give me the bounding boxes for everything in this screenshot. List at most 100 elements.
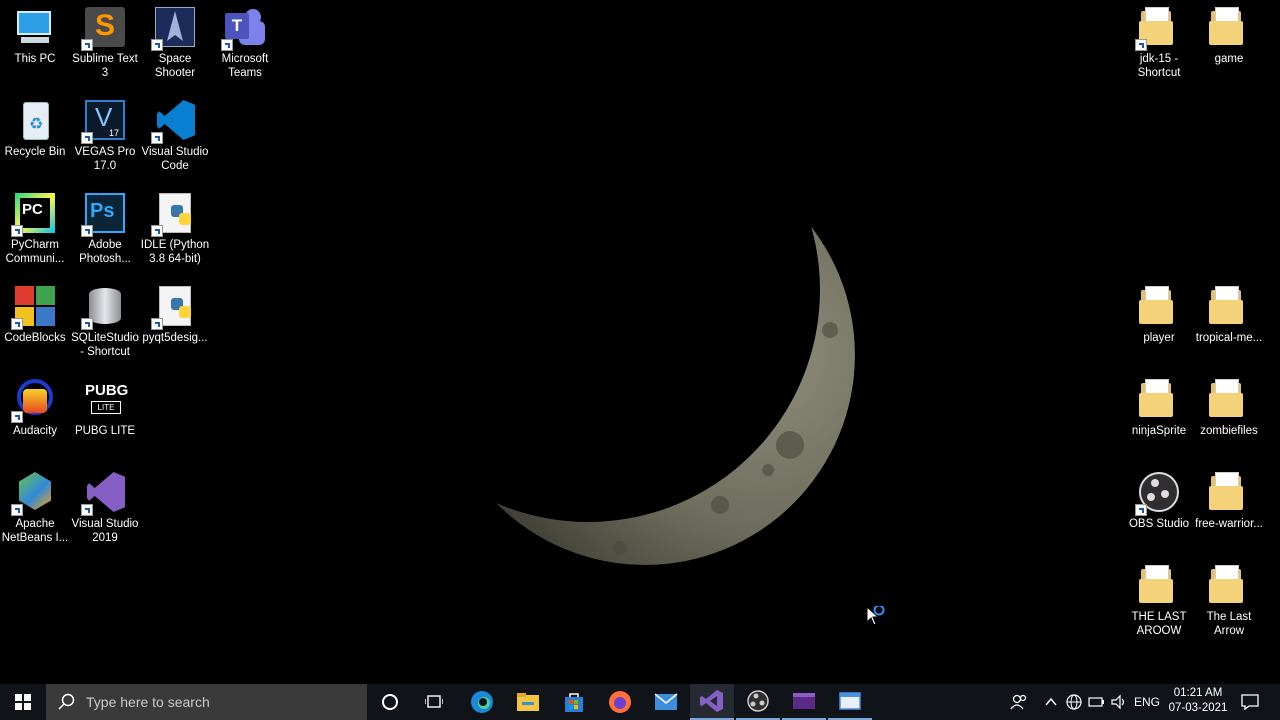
desktop-icon-label: PUBG LITE [74,425,136,437]
speaker-icon [1111,694,1125,710]
folder-icon [1207,377,1251,421]
desktop-icon-pyqt5designer[interactable]: pyqt5desig... [140,279,210,369]
pubg-icon: PUBG LITE [85,382,129,414]
folder-icon [1135,5,1181,51]
desktop-icon-jdk-15-shortcut[interactable]: jdk-15 - Shortcut [1124,0,1194,90]
taskbar-media-app[interactable] [782,684,826,720]
taskbar-store[interactable] [552,684,596,720]
taskbar: Type here to search ENG 01:21 AM 07-03-2… [0,684,1280,720]
desktop-icon-pubg[interactable]: PUBG LITE PUBG LITE [70,372,140,462]
desktop-icon-audacity[interactable]: Audacity [0,372,70,462]
pycharm-icon: PC [11,191,57,237]
volume-button[interactable] [1108,684,1130,720]
cortana-button[interactable] [369,684,411,720]
mail-icon [654,693,678,710]
desktop-icon-the-last-arrow[interactable]: The Last Arrow [1194,558,1264,648]
search-box[interactable]: Type here to search [46,684,367,720]
desktop-icon-python-idle[interactable]: IDLE (Python 3.8 64-bit) [140,186,210,276]
store-icon [565,693,583,712]
netbeans-icon [11,470,57,516]
task-view-button[interactable] [413,684,455,720]
people-button[interactable] [1006,684,1032,720]
folder-icon [1207,5,1251,49]
desktop-icon-label: Apache NetBeans I... [1,518,69,544]
desktop-icon-sublime-text[interactable]: S Sublime Text 3 [70,0,140,90]
desktop-icon-label: OBS Studio [1128,518,1190,530]
folder-icon [1137,377,1181,421]
taskbar-visual-studio[interactable] [690,684,734,720]
desktop-icon-label: Visual Studio Code [141,146,209,172]
language-indicator[interactable]: ENG [1132,684,1162,720]
battery-button[interactable] [1086,684,1108,720]
desktop-icon-the-last-aroow[interactable]: THE LAST AROOW [1124,558,1194,648]
desktop-icon-label: Sublime Text 3 [72,53,138,79]
photoshop-icon: Ps [81,191,127,237]
show-hidden-icons-button[interactable] [1040,684,1062,720]
desktop-icon-label: jdk-15 - Shortcut [1137,53,1181,79]
desktop-icon-label: This PC [14,53,56,65]
taskbar-obs[interactable] [736,684,780,720]
desktop: This PC ♻ Recycle Bin PC PyCharm Communi… [0,0,1280,684]
desktop-icon-player[interactable]: player [1124,279,1194,369]
desktop-icon-label: tropical-me... [1195,332,1263,344]
python-file-icon [151,284,197,330]
visual-studio-icon [81,470,127,516]
desktop-icon-free-warrior[interactable]: free-warrior... [1194,465,1264,555]
desktop-icon-visual-studio[interactable]: Visual Studio 2019 [70,465,140,555]
people-icon [1010,694,1027,710]
desktop-icon-label: PyCharm Communi... [5,239,65,265]
desktop-icon-label: IDLE (Python 3.8 64-bit) [140,239,210,265]
sublime-text-icon: S [81,5,127,51]
desktop-icon-label: THE LAST AROOW [1131,611,1187,637]
desktop-icon-label: Microsoft Teams [221,53,269,79]
start-icon [15,694,31,710]
network-button[interactable] [1063,684,1085,720]
media-player-icon [793,693,815,709]
desktop-icon-label: game [1214,53,1244,65]
desktop-icon-netbeans[interactable]: Apache NetBeans I... [0,465,70,555]
cortana-icon [382,694,398,710]
desktop-icon-recycle-bin[interactable]: ♻ Recycle Bin [0,93,70,183]
folder-icon [1137,284,1181,328]
desktop-icon-label: zombiefiles [1200,425,1258,437]
folder-icon [1137,563,1181,607]
desktop-icon-game[interactable]: game [1194,0,1264,90]
desktop-icon-ninjasprite[interactable]: ninjaSprite [1124,372,1194,462]
clock[interactable]: 01:21 AM 07-03-2021 [1160,686,1236,716]
action-center-button[interactable] [1236,684,1264,720]
desktop-icon-label: ninjaSprite [1131,425,1187,437]
desktop-icon-obs-studio[interactable]: OBS Studio [1124,465,1194,555]
desktop-icon-this-pc[interactable]: This PC [0,0,70,90]
battery-icon [1088,697,1104,707]
desktop-icon-vegas-pro[interactable]: V 17 VEGAS Pro 17.0 [70,93,140,183]
file-explorer-icon [517,693,539,711]
taskbar-file-explorer[interactable] [506,684,550,720]
desktop-icon-zombiefiles[interactable]: zombiefiles [1194,372,1264,462]
desktop-icon-tropical-me[interactable]: tropical-me... [1194,279,1264,369]
teams-icon: T [221,5,267,51]
task-view-icon [425,695,443,708]
desktop-icon-label: Adobe Photosh... [79,239,131,265]
obs-icon [1135,470,1181,516]
desktop-icon-photoshop[interactable]: Ps Adobe Photosh... [70,186,140,276]
vscode-icon [151,98,197,144]
vegas-pro-icon: V 17 [81,98,127,144]
desktop-icon-label: SQLiteStudio - Shortcut [71,332,139,358]
desktop-icon-sqlitestudio[interactable]: SQLiteStudio - Shortcut [70,279,140,369]
taskbar-edge[interactable] [460,684,504,720]
search-placeholder: Type here to search [86,694,210,710]
desktop-icon-teams[interactable]: T Microsoft Teams [210,0,280,90]
taskbar-mail[interactable] [644,684,688,720]
desktop-icon-space-shooter[interactable]: Space Shooter [140,0,210,90]
desktop-icon-codeblocks[interactable]: CodeBlocks [0,279,70,369]
taskbar-window-app[interactable] [828,684,872,720]
clock-date: 07-03-2021 [1168,702,1228,714]
obs-icon [747,690,769,712]
folder-icon [1207,563,1251,607]
this-pc-icon [13,5,57,49]
desktop-icon-label: Visual Studio 2019 [71,518,139,544]
start-button[interactable] [0,684,46,720]
taskbar-firefox[interactable] [598,684,642,720]
desktop-icon-vscode[interactable]: Visual Studio Code [140,93,210,183]
desktop-icon-pycharm[interactable]: PC PyCharm Communi... [0,186,70,276]
